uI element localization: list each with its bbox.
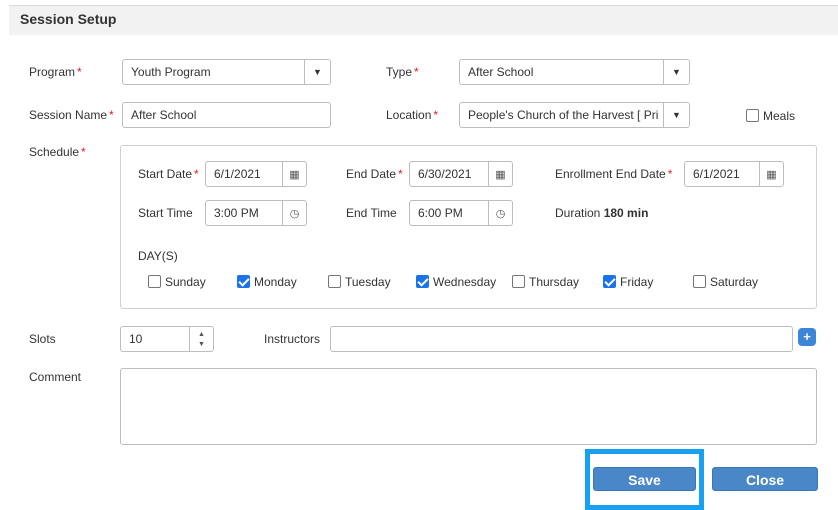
day-tuesday[interactable]: Tuesday (328, 274, 391, 289)
location-value: People's Church of the Harvest [ Pri (468, 108, 659, 122)
end-date-input[interactable]: 6/30/2021 ▦ (409, 161, 513, 187)
save-button-highlight (585, 449, 704, 510)
day-wednesday[interactable]: Wednesday (416, 274, 496, 289)
page-title: Session Setup (20, 11, 117, 27)
program-select[interactable]: Youth Program ▼ (122, 59, 331, 85)
day-label: Friday (620, 274, 654, 289)
session-name-value: After School (131, 108, 197, 122)
session-name-input[interactable]: After School (122, 102, 331, 128)
day-label: Saturday (710, 274, 759, 289)
calendar-icon[interactable]: ▦ (759, 162, 783, 186)
type-select[interactable]: After School ▼ (459, 59, 690, 85)
day-friday[interactable]: Friday (603, 274, 653, 289)
close-button[interactable]: Close (712, 467, 818, 491)
comment-textarea[interactable] (120, 368, 817, 445)
program-value: Youth Program (131, 65, 211, 79)
checkbox-icon[interactable] (746, 109, 759, 123)
end-date-value: 6/30/2021 (418, 167, 472, 181)
start-time-value: 3:00 PM (214, 206, 259, 220)
chevron-down-icon[interactable]: ▼ (663, 60, 689, 84)
header-bar (9, 5, 838, 35)
day-saturday[interactable]: Saturday (693, 274, 758, 289)
day-label: Tuesday (345, 274, 391, 289)
meals-checkbox[interactable]: Meals (746, 108, 795, 123)
duration-value: 180 min (603, 206, 649, 220)
spinner-icon[interactable]: ▲ ▼ (189, 327, 213, 351)
comment-label: Comment (29, 370, 82, 384)
instructors-label: Instructors (264, 332, 321, 346)
calendar-icon[interactable]: ▦ (282, 162, 306, 186)
day-label: Sunday (165, 274, 206, 289)
chevron-down-icon[interactable]: ▼ (663, 103, 689, 127)
end-time-input[interactable]: 6:00 PM ◷ (409, 200, 513, 226)
enrollment-end-date-input[interactable]: 6/1/2021 ▦ (684, 161, 784, 187)
plus-icon: + (803, 329, 811, 344)
calendar-icon[interactable]: ▦ (488, 162, 512, 186)
schedule-label: Schedule * (29, 145, 86, 159)
day-thursday[interactable]: Thursday (512, 274, 579, 289)
day-label: Thursday (529, 274, 580, 289)
day-monday[interactable]: Monday (237, 274, 297, 289)
day-sunday[interactable]: Sunday (148, 274, 206, 289)
chevron-down-icon[interactable]: ▼ (304, 60, 330, 84)
start-date-input[interactable]: 6/1/2021 ▦ (205, 161, 307, 187)
end-date-label: End Date * (346, 167, 403, 181)
enrollment-end-date-value: 6/1/2021 (693, 167, 740, 181)
instructors-input[interactable] (330, 326, 793, 352)
checkbox-icon[interactable] (328, 275, 341, 289)
clock-icon[interactable]: ◷ (488, 201, 512, 225)
type-value: After School (468, 65, 534, 79)
start-time-label: Start Time (138, 206, 193, 220)
location-label: Location * (386, 108, 439, 122)
start-date-value: 6/1/2021 (214, 167, 261, 181)
add-instructor-button[interactable]: + (798, 328, 816, 346)
clock-icon[interactable]: ◷ (282, 201, 306, 225)
end-time-label: End Time (346, 206, 397, 220)
checkbox-icon[interactable] (693, 275, 706, 289)
spinner-up-icon[interactable]: ▲ (198, 331, 205, 338)
checkbox-icon[interactable] (237, 275, 250, 289)
end-time-value: 6:00 PM (418, 206, 463, 220)
location-select[interactable]: People's Church of the Harvest [ Pri ▼ (459, 102, 690, 128)
checkbox-icon[interactable] (416, 275, 429, 289)
slots-label: Slots (29, 332, 56, 346)
checkbox-icon[interactable] (148, 275, 161, 289)
slots-stepper[interactable]: 10 ▲ ▼ (120, 326, 214, 352)
day-label: Monday (254, 274, 297, 289)
type-label: Type * (386, 65, 419, 79)
day-label: Wednesday (433, 274, 497, 289)
meals-label: Meals (763, 108, 796, 123)
checkbox-icon[interactable] (512, 275, 525, 289)
checkbox-icon[interactable] (603, 275, 616, 289)
start-time-input[interactable]: 3:00 PM ◷ (205, 200, 307, 226)
session-name-label: Session Name * (29, 108, 114, 122)
days-label: DAY(S) (138, 249, 178, 263)
program-label: Program * (29, 65, 82, 79)
duration-text: Duration 180 min (555, 206, 649, 220)
slots-value: 10 (129, 332, 143, 346)
enrollment-end-date-label: Enrollment End Date * (555, 167, 673, 181)
spinner-down-icon[interactable]: ▼ (198, 341, 205, 348)
start-date-label: Start Date * (138, 167, 199, 181)
